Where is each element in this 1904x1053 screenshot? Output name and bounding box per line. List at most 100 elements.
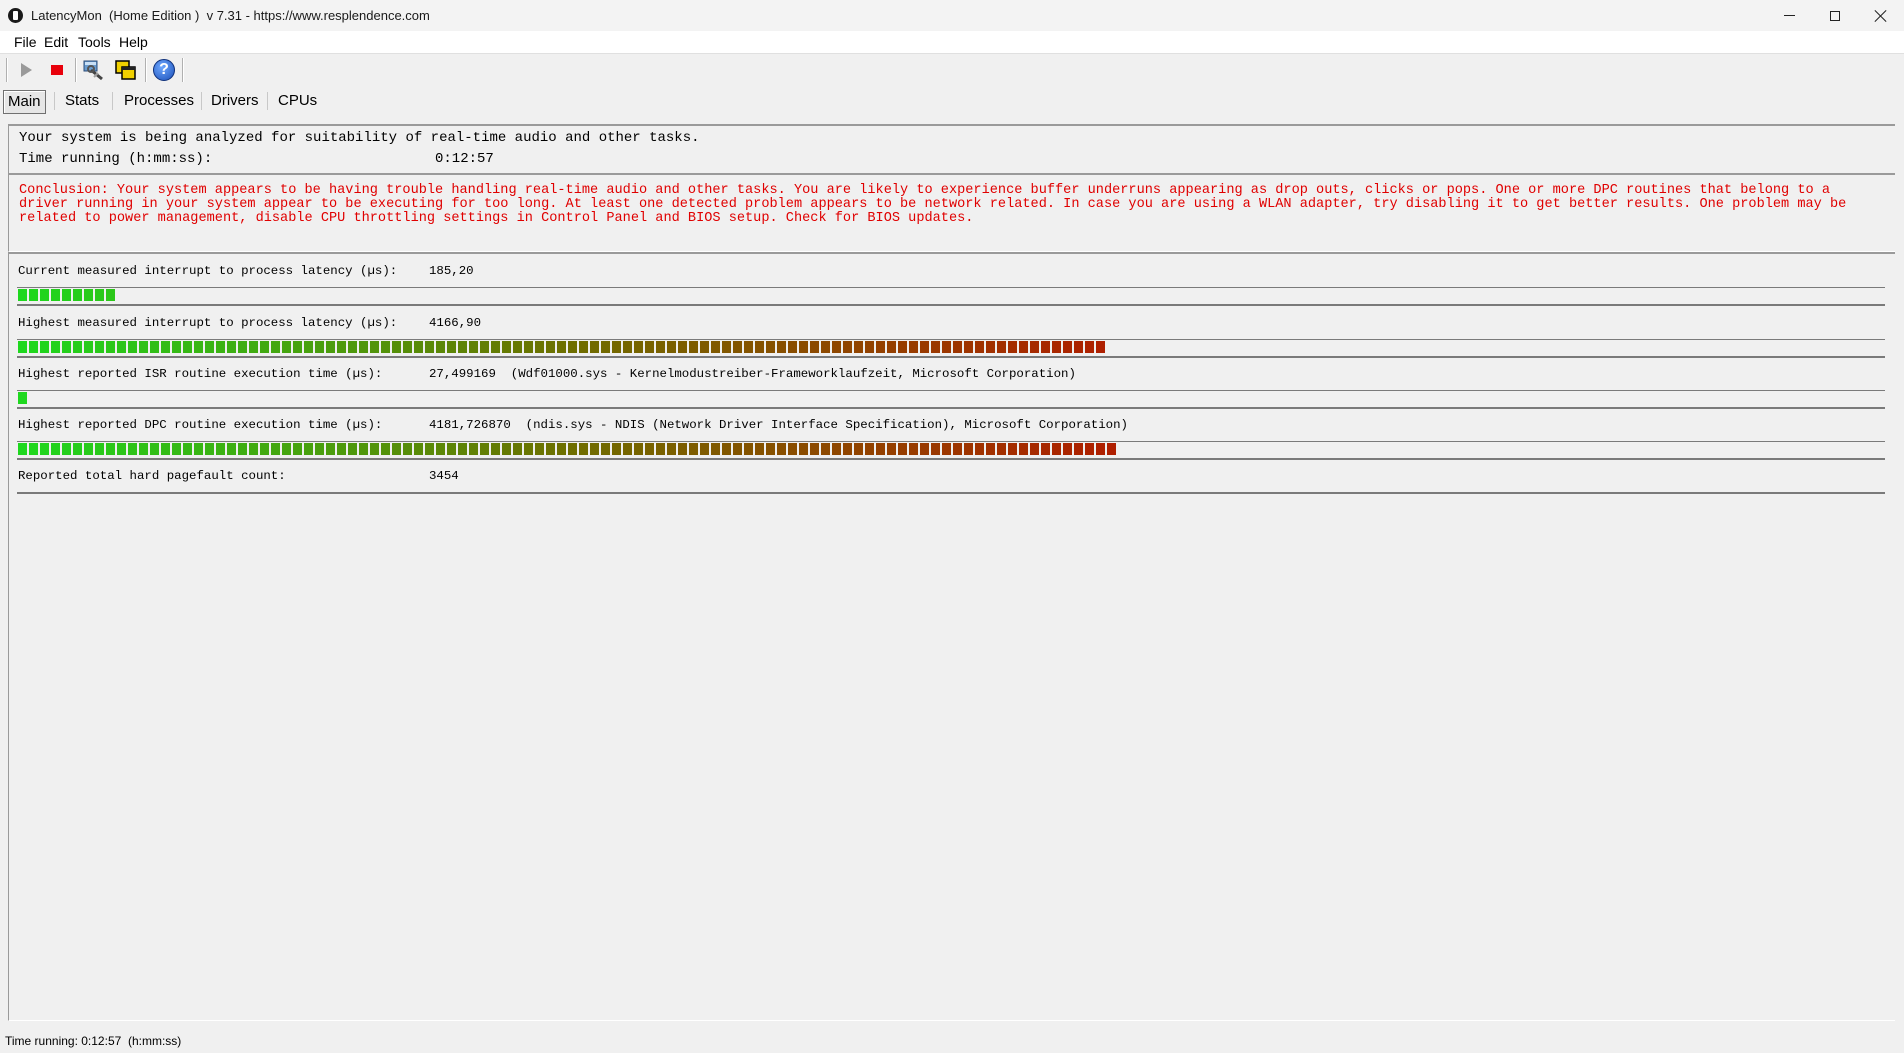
- highest-latency-value: 4166,90: [429, 316, 482, 330]
- tab-divider: [267, 92, 268, 110]
- bar-segment: [722, 341, 731, 353]
- bar-segment: [392, 341, 401, 353]
- bar-segment: [84, 443, 93, 455]
- bar-segment: [1085, 443, 1094, 455]
- bar-segment: [997, 443, 1006, 455]
- tab-divider: [112, 92, 113, 110]
- bar-segment: [887, 443, 896, 455]
- tab-stats[interactable]: Stats: [61, 90, 103, 112]
- bar-segment: [667, 443, 676, 455]
- bar-segment: [502, 443, 511, 455]
- bar-segment: [854, 341, 863, 353]
- bar-segment: [711, 443, 720, 455]
- bar-segment: [689, 341, 698, 353]
- tab-cpus[interactable]: CPUs: [274, 90, 321, 112]
- bar-segment: [777, 341, 786, 353]
- tab-processes[interactable]: Processes: [120, 90, 198, 112]
- bar-segment: [260, 443, 269, 455]
- tab-divider: [201, 92, 202, 110]
- toolbar-grip: [6, 58, 8, 82]
- bar-segment: [238, 341, 247, 353]
- bar-segment: [51, 341, 60, 353]
- bar-segment: [865, 443, 874, 455]
- tab-drivers[interactable]: Drivers: [207, 90, 263, 112]
- bar-segment: [18, 289, 27, 301]
- menu-edit[interactable]: Edit: [44, 34, 68, 50]
- highest-latency-bar-fill: [18, 341, 1105, 353]
- bar-segment: [73, 443, 82, 455]
- bar-segment: [51, 443, 60, 455]
- bar-segment: [293, 341, 302, 353]
- bar-segment: [1085, 341, 1094, 353]
- bar-segment: [282, 443, 291, 455]
- bar-segment: [656, 443, 665, 455]
- maximize-icon: [1830, 10, 1840, 21]
- current-latency-bar-fill: [18, 289, 115, 301]
- bar-segment: [832, 341, 841, 353]
- bar-segment: [337, 341, 346, 353]
- bar-segment: [546, 341, 555, 353]
- bar-segment: [403, 443, 412, 455]
- toolbar-separator: [75, 58, 77, 82]
- tab-main[interactable]: Main: [3, 90, 46, 114]
- bar-segment: [491, 443, 500, 455]
- windows-button[interactable]: [114, 58, 138, 82]
- maximize-button[interactable]: [1812, 0, 1858, 31]
- minimize-button[interactable]: [1766, 0, 1812, 31]
- bar-segment: [227, 443, 236, 455]
- bar-segment: [568, 341, 577, 353]
- bar-segment: [150, 443, 159, 455]
- menu-file[interactable]: File: [14, 34, 37, 50]
- bar-segment: [348, 341, 357, 353]
- bar-segment: [777, 443, 786, 455]
- pagefault-count-value: 3454: [429, 469, 459, 483]
- analysis-status-text: Your system is being analyzed for suitab…: [19, 130, 700, 146]
- toolbar: ?: [0, 54, 1904, 86]
- bar-segment: [480, 443, 489, 455]
- isr-time-bar: [17, 390, 1885, 409]
- bar-segment: [183, 443, 192, 455]
- pagefault-count-label: Reported total hard pagefault count:: [18, 469, 286, 483]
- dpc-time-bar: [17, 441, 1885, 460]
- bar-segment: [414, 443, 423, 455]
- bar-segment: [1030, 341, 1039, 353]
- bar-segment: [62, 289, 71, 301]
- tools-button[interactable]: [82, 58, 106, 82]
- bar-segment: [887, 341, 896, 353]
- bar-segment: [40, 443, 49, 455]
- bar-segment: [645, 443, 654, 455]
- bar-segment: [18, 341, 27, 353]
- bar-segment: [689, 443, 698, 455]
- bar-segment: [326, 341, 335, 353]
- bar-segment: [744, 341, 753, 353]
- help-button[interactable]: ?: [152, 58, 176, 82]
- close-button[interactable]: [1858, 0, 1904, 31]
- bar-segment: [711, 341, 720, 353]
- bar-segment: [84, 289, 93, 301]
- isr-time-bar-fill: [18, 392, 27, 404]
- title-bar: LatencyMon (Home Edition ) v 7.31 - http…: [0, 0, 1904, 31]
- bar-segment: [524, 341, 533, 353]
- toolbar-separator: [182, 58, 184, 82]
- bar-segment: [623, 443, 632, 455]
- menu-tools[interactable]: Tools: [78, 34, 111, 50]
- pagefault-divider: [17, 490, 1885, 494]
- bar-segment: [293, 443, 302, 455]
- bar-segment: [425, 443, 434, 455]
- minimize-icon: [1783, 15, 1795, 16]
- bar-segment: [590, 443, 599, 455]
- stop-button[interactable]: [45, 58, 69, 82]
- menu-help[interactable]: Help: [119, 34, 148, 50]
- start-button[interactable]: [14, 58, 38, 82]
- bar-segment: [766, 341, 775, 353]
- bar-segment: [117, 443, 126, 455]
- bar-segment: [931, 341, 940, 353]
- isr-time-label: Highest reported ISR routine execution t…: [18, 367, 383, 381]
- bar-segment: [744, 443, 753, 455]
- bar-segment: [568, 443, 577, 455]
- bar-segment: [1096, 443, 1105, 455]
- bar-segment: [183, 341, 192, 353]
- bar-segment: [535, 341, 544, 353]
- bar-segment: [106, 341, 115, 353]
- bar-segment: [513, 341, 522, 353]
